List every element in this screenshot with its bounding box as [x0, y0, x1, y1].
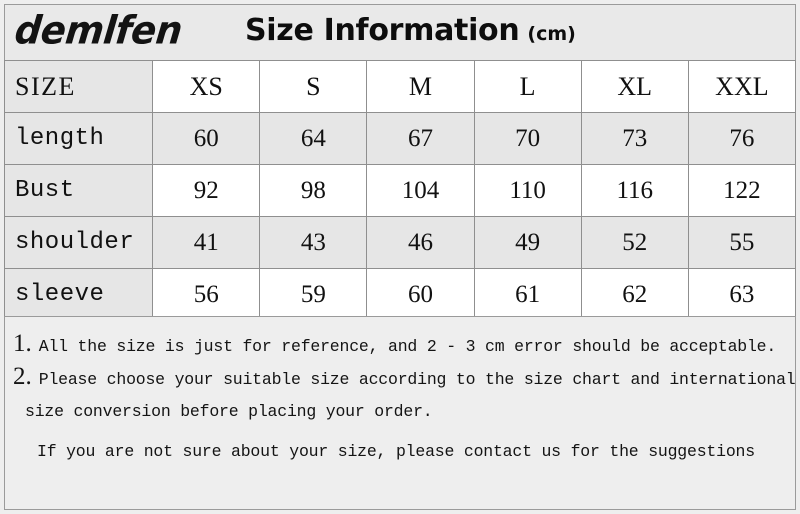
cell-shoulder-s: 43 — [259, 216, 368, 269]
cell-length-xs: 60 — [152, 112, 261, 165]
note-text-2-line-1: Please choose your suitable size accordi… — [38, 370, 796, 390]
cell-bust-l: 110 — [473, 164, 582, 217]
brand-logo: demlfen — [12, 7, 185, 54]
column-header-size: SIZE — [3, 60, 154, 113]
note-number-2: 2. — [13, 363, 32, 391]
cell-shoulder-xxl: 55 — [687, 216, 797, 269]
cell-sleeve-m: 60 — [366, 268, 475, 321]
note-number-1: 1. — [13, 330, 32, 357]
page-title: Size Information (cm) — [245, 13, 576, 48]
cell-shoulder-l: 49 — [473, 216, 582, 269]
cell-bust-s: 98 — [259, 164, 368, 217]
size-chart-page: demlfen Size Information (cm) SIZE XS S … — [0, 0, 800, 514]
note-item-2: 2. Please choose your suitable size acco… — [13, 363, 796, 391]
cell-sleeve-s: 59 — [259, 268, 368, 321]
row-label-shoulder: shoulder — [3, 216, 154, 269]
cell-length-xxl: 76 — [687, 112, 797, 165]
cell-shoulder-xl: 52 — [580, 216, 689, 269]
cell-bust-xxl: 122 — [687, 164, 797, 217]
cell-sleeve-xxl: 63 — [687, 268, 797, 321]
cell-length-s: 64 — [259, 112, 368, 165]
header-band: demlfen Size Information (cm) — [4, 4, 796, 60]
column-header-s: S — [259, 60, 368, 113]
column-header-l: L — [473, 60, 582, 113]
notes-closing: If you are not sure about your size, ple… — [37, 443, 787, 461]
title-text: Size Information — [245, 13, 520, 48]
notes-closing-text: If you are not sure about your size, ple… — [37, 442, 755, 462]
cell-sleeve-xl: 62 — [580, 268, 689, 321]
column-header-xxl: XXL — [687, 60, 797, 113]
cell-shoulder-xs: 41 — [152, 216, 261, 269]
cell-bust-m: 104 — [366, 164, 475, 217]
table-row: shoulder 41 43 46 49 52 55 — [3, 216, 797, 269]
title-unit: (cm) — [527, 23, 576, 45]
note-text-2-line-2: size conversion before placing your orde… — [25, 402, 433, 422]
table-row: length 60 64 67 70 73 76 — [3, 112, 797, 165]
notes-section: 1. All the size is just for reference, a… — [4, 316, 796, 510]
column-header-xs: XS — [152, 60, 261, 113]
cell-bust-xs: 92 — [152, 164, 261, 217]
column-header-m: M — [366, 60, 475, 113]
cell-length-m: 67 — [366, 112, 475, 165]
cell-sleeve-l: 61 — [473, 268, 582, 321]
cell-bust-xl: 116 — [580, 164, 689, 217]
row-label-bust: Bust — [3, 164, 154, 217]
table-row: sleeve 56 59 60 61 62 63 — [3, 268, 797, 321]
row-label-length: length — [3, 112, 154, 165]
cell-length-xl: 73 — [580, 112, 689, 165]
cell-sleeve-xs: 56 — [152, 268, 261, 321]
table-header-row: SIZE XS S M L XL XXL — [3, 60, 797, 113]
table-row: Bust 92 98 104 110 116 122 — [3, 164, 797, 217]
column-header-xl: XL — [580, 60, 689, 113]
cell-length-l: 70 — [473, 112, 582, 165]
row-label-sleeve: sleeve — [3, 268, 154, 321]
note-item-1: 1. All the size is just for reference, a… — [13, 331, 787, 356]
size-table: SIZE XS S M L XL XXL length 60 64 67 70 … — [3, 60, 797, 321]
note-text-1: All the size is just for reference, and … — [38, 337, 777, 356]
cell-shoulder-m: 46 — [366, 216, 475, 269]
note-item-2-continuation: size conversion before placing your orde… — [25, 403, 787, 421]
